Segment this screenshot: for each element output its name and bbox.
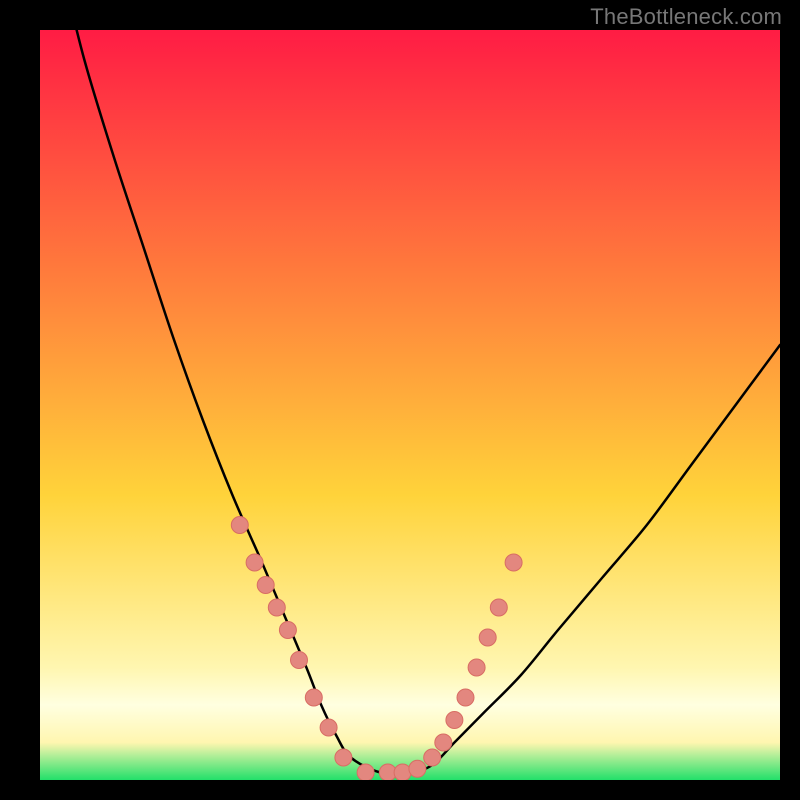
data-marker	[457, 689, 474, 706]
marker-group	[231, 517, 522, 781]
data-marker	[424, 749, 441, 766]
chart-svg	[40, 30, 780, 780]
data-marker	[231, 517, 248, 534]
watermark-text: TheBottleneck.com	[590, 4, 782, 30]
data-marker	[357, 764, 374, 780]
data-marker	[446, 712, 463, 729]
data-marker	[479, 629, 496, 646]
data-marker	[505, 554, 522, 571]
data-marker	[279, 622, 296, 639]
data-marker	[490, 599, 507, 616]
data-marker	[409, 760, 426, 777]
data-marker	[257, 577, 274, 594]
data-marker	[320, 719, 337, 736]
data-marker	[268, 599, 285, 616]
plot-area	[40, 30, 780, 780]
bottleneck-curve	[40, 30, 780, 774]
data-marker	[291, 652, 308, 669]
data-marker	[394, 764, 411, 780]
data-marker	[246, 554, 263, 571]
data-marker	[335, 749, 352, 766]
data-marker	[305, 689, 322, 706]
data-marker	[468, 659, 485, 676]
data-marker	[435, 734, 452, 751]
black-background: TheBottleneck.com	[0, 0, 800, 800]
